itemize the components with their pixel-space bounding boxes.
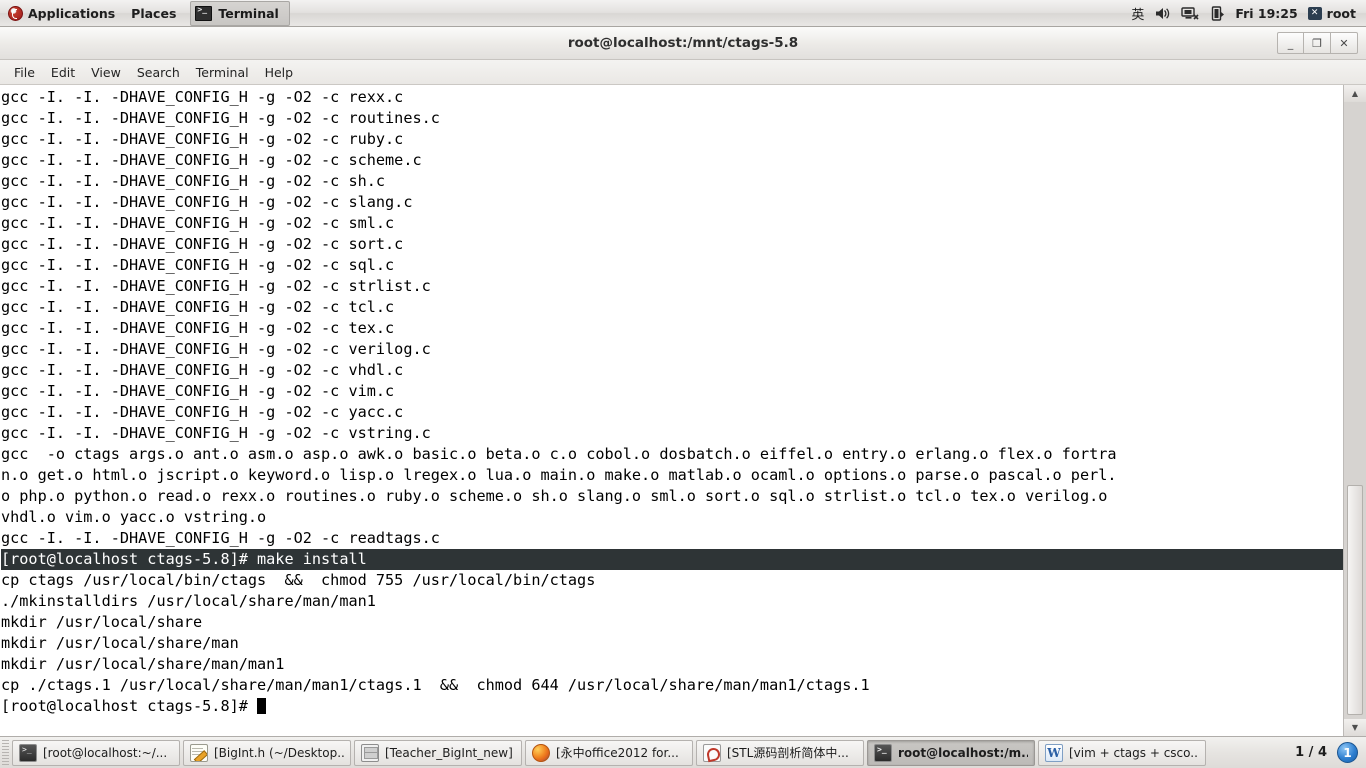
scrollbar-up-arrow[interactable]: ▲ [1344, 85, 1366, 102]
terminal-line: gcc -I. -I. -DHAVE_CONFIG_H -g -O2 -c re… [1, 529, 440, 547]
window-title: root@localhost:/mnt/ctags-5.8 [567, 35, 799, 51]
terminal-line: gcc -I. -I. -DHAVE_CONFIG_H -g -O2 -c so… [1, 235, 404, 253]
applications-menu[interactable]: Applications [0, 0, 123, 27]
terminal-line: cp ctags /usr/local/bin/ctags && chmod 7… [1, 571, 596, 589]
terminal-line: mkdir /usr/local/share/man/man1 [1, 655, 285, 673]
taskbar-item-label: [vim + ctags + csco... [1069, 745, 1199, 760]
terminal-line: gcc -I. -I. -DHAVE_CONFIG_H -g -O2 -c vh… [1, 361, 404, 379]
speaker-icon[interactable] [1154, 6, 1171, 21]
terminal-line: ./mkinstalldirs /usr/local/share/man/man… [1, 592, 376, 610]
text-editor-icon [190, 743, 208, 762]
file-manager-icon [361, 743, 379, 762]
top-task-terminal-label: Terminal [218, 5, 279, 21]
terminal-icon [19, 743, 37, 762]
terminal-line: o php.o python.o read.o rexx.o routines.… [1, 487, 1108, 505]
terminal-line: gcc -I. -I. -DHAVE_CONFIG_H -g -O2 -c vs… [1, 424, 431, 442]
notification-badge[interactable]: 1 [1337, 742, 1358, 763]
taskbar-item-1[interactable]: [BigInt.h (~/Desktop... [183, 739, 351, 766]
top-task-terminal[interactable]: Terminal [190, 0, 290, 26]
terminal-window: root@localhost:/mnt/ctags-5.8 _ ❐ ✕ File… [0, 27, 1366, 736]
terminal-cursor [257, 698, 267, 714]
terminal-line: gcc -I. -I. -DHAVE_CONFIG_H -g -O2 -c ro… [1, 109, 440, 127]
menu-terminal[interactable]: Terminal [188, 60, 257, 85]
system-tray: 英 Fri 19:25 root [1131, 0, 1366, 27]
scrollbar-down-arrow[interactable]: ▼ [1344, 719, 1366, 736]
pdf-reader-icon [703, 743, 721, 762]
taskbar-item-label: [STL源码剖析简体中... [727, 746, 849, 760]
terminal-line: gcc -I. -I. -DHAVE_CONFIG_H -g -O2 -c st… [1, 277, 431, 295]
window-controls: _ ❐ ✕ [1277, 32, 1358, 54]
scrollbar-thumb[interactable] [1347, 485, 1363, 715]
top-window-list: Terminal [190, 0, 290, 27]
terminal-line-selected: [root@localhost ctags-5.8]# make install [1, 549, 1343, 570]
terminal-line: gcc -I. -I. -DHAVE_CONFIG_H -g -O2 -c te… [1, 319, 395, 337]
top-panel: Applications Places Terminal 英 [0, 0, 1366, 27]
terminal-line: vhdl.o vim.o yacc.o vstring.o [1, 508, 267, 526]
taskbar-drag-handle[interactable] [2, 739, 9, 766]
applications-menu-label: Applications [28, 5, 116, 21]
user-icon [1307, 6, 1322, 20]
workspace-indicator[interactable]: 1 / 4 [1285, 745, 1337, 760]
menu-file[interactable]: File [6, 60, 43, 85]
terminal-line: gcc -I. -I. -DHAVE_CONFIG_H -g -O2 -c sl… [1, 193, 413, 211]
terminal-line: gcc -I. -I. -DHAVE_CONFIG_H -g -O2 -c sq… [1, 256, 395, 274]
menu-edit[interactable]: Edit [43, 60, 83, 85]
terminal-icon [195, 5, 213, 21]
minimize-button[interactable]: _ [1277, 32, 1304, 54]
places-menu-label: Places [131, 5, 177, 21]
taskbar-item-label: [永中office2012 for... [556, 746, 679, 760]
terminal-line: mkdir /usr/local/share/man [1, 634, 239, 652]
window-titlebar[interactable]: root@localhost:/mnt/ctags-5.8 _ ❐ ✕ [0, 27, 1366, 60]
terminal-prompt: [root@localhost ctags-5.8]# [1, 697, 258, 715]
taskbar: [root@localhost:~/... [BigInt.h (~/Deskto… [0, 736, 1366, 768]
close-button[interactable]: ✕ [1331, 32, 1358, 54]
user-menu-label: root [1326, 5, 1356, 21]
maximize-button[interactable]: ❐ [1304, 32, 1331, 54]
taskbar-window-list: [root@localhost:~/... [BigInt.h (~/Deskto… [12, 739, 1285, 766]
terminal-line: gcc -I. -I. -DHAVE_CONFIG_H -g -O2 -c tc… [1, 298, 395, 316]
taskbar-item-label: [root@localhost:~/... [43, 745, 168, 760]
terminal-line: gcc -o ctags args.o ant.o asm.o asp.o aw… [1, 445, 1117, 463]
taskbar-item-5[interactable]: root@localhost:/m... [867, 739, 1035, 766]
firefox-icon [532, 743, 550, 762]
terminal-line: gcc -I. -I. -DHAVE_CONFIG_H -g -O2 -c re… [1, 88, 404, 106]
ime-indicator[interactable]: 英 [1131, 4, 1144, 23]
taskbar-item-label: [Teacher_BigInt_new] [385, 745, 513, 760]
terminal-line: cp ./ctags.1 /usr/local/share/man/man1/c… [1, 676, 870, 694]
taskbar-item-0[interactable]: [root@localhost:~/... [12, 739, 180, 766]
taskbar-item-6[interactable]: [vim + ctags + csco... [1038, 739, 1206, 766]
menu-help[interactable]: Help [257, 60, 302, 85]
terminal-line: gcc -I. -I. -DHAVE_CONFIG_H -g -O2 -c sh… [1, 172, 386, 190]
clock[interactable]: Fri 19:25 [1235, 6, 1297, 21]
terminal-icon [874, 743, 892, 762]
menu-view[interactable]: View [83, 60, 129, 85]
user-menu[interactable]: root [1307, 5, 1356, 21]
terminal-prompt-line[interactable]: [root@localhost ctags-5.8]# [1, 696, 1343, 717]
terminal-scrollbar[interactable]: ▲ ▼ [1343, 85, 1366, 736]
terminal-body[interactable]: gcc -I. -I. -DHAVE_CONFIG_H -g -O2 -c re… [0, 85, 1366, 736]
fedora-logo-icon [8, 5, 23, 21]
taskbar-item-label: root@localhost:/m... [898, 745, 1028, 760]
terminal-line: n.o get.o html.o jscript.o keyword.o lis… [1, 466, 1117, 484]
terminal-line: gcc -I. -I. -DHAVE_CONFIG_H -g -O2 -c sc… [1, 151, 422, 169]
terminal-line: gcc -I. -I. -DHAVE_CONFIG_H -g -O2 -c sm… [1, 214, 395, 232]
taskbar-item-3[interactable]: [永中office2012 for... [525, 739, 693, 766]
word-document-icon [1045, 743, 1063, 762]
menu-search[interactable]: Search [129, 60, 188, 85]
terminal-output[interactable]: gcc -I. -I. -DHAVE_CONFIG_H -g -O2 -c re… [0, 85, 1343, 736]
network-disconnected-icon[interactable] [1181, 6, 1200, 21]
terminal-line: gcc -I. -I. -DHAVE_CONFIG_H -g -O2 -c ru… [1, 130, 404, 148]
terminal-line: gcc -I. -I. -DHAVE_CONFIG_H -g -O2 -c ve… [1, 340, 431, 358]
places-menu[interactable]: Places [123, 0, 184, 27]
terminal-line: gcc -I. -I. -DHAVE_CONFIG_H -g -O2 -c vi… [1, 382, 395, 400]
terminal-line: gcc -I. -I. -DHAVE_CONFIG_H -g -O2 -c ya… [1, 403, 404, 421]
battery-icon[interactable] [1210, 5, 1225, 21]
taskbar-item-2[interactable]: [Teacher_BigInt_new] [354, 739, 522, 766]
terminal-line: mkdir /usr/local/share [1, 613, 203, 631]
taskbar-item-label: [BigInt.h (~/Desktop... [214, 745, 344, 760]
menubar: File Edit View Search Terminal Help [0, 60, 1366, 85]
taskbar-item-4[interactable]: [STL源码剖析简体中... [696, 739, 864, 766]
